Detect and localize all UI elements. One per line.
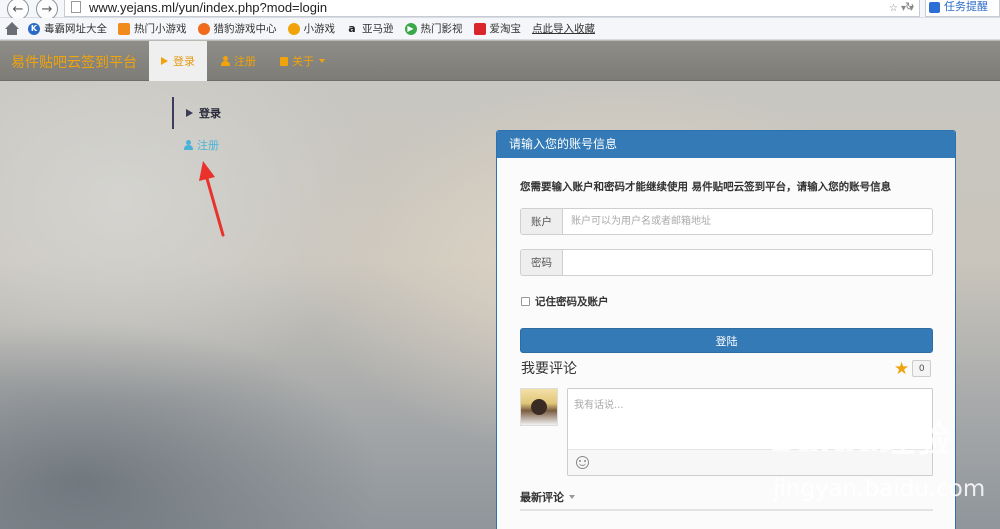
bookmark-label: 热门影视 (420, 23, 463, 35)
comment-count-value: 0 (912, 360, 932, 377)
comment-box (567, 388, 933, 476)
chevron-down-icon (569, 495, 575, 499)
game-icon (118, 22, 130, 35)
bookmark-label: 爱淘宝 (489, 23, 522, 35)
bookmark-label: 亚马逊 (362, 23, 394, 35)
side-nav-register-label: 注册 (197, 139, 219, 152)
remember-checkbox[interactable] (521, 297, 530, 306)
paw-icon (929, 2, 940, 13)
password-label: 密码 (521, 250, 563, 275)
address-text: www.yejans.ml/yun/index.php?mod=login (89, 0, 328, 15)
account-input-group: 账户 (520, 208, 933, 235)
password-input[interactable] (563, 250, 932, 275)
account-input[interactable] (563, 209, 932, 234)
password-input-group: 密码 (520, 249, 933, 276)
nav-register-label: 注册 (234, 55, 256, 68)
nav-about-dropdown[interactable]: 关于 (268, 41, 337, 81)
side-nav-login[interactable]: 登录 (186, 105, 221, 121)
brand-title[interactable]: 易件贴吧云签到平台 (11, 52, 137, 72)
bookmark-item[interactable]: 猎豹游戏中心 (197, 21, 277, 36)
bookmark-label: 猎豹游戏中心 (213, 23, 277, 35)
play-triangle-icon (186, 109, 193, 117)
search-box[interactable]: 任务提醒 (925, 0, 1000, 17)
login-button[interactable]: 登陆 (520, 328, 933, 353)
bookmark-label: 热门小游戏 (134, 23, 187, 35)
game-icon (287, 22, 300, 35)
browser-toolbar: ← → www.yejans.ml/yun/index.php?mod=logi… (0, 0, 1000, 20)
side-nav-register[interactable]: 注册 (184, 137, 219, 153)
forward-arrow-icon[interactable]: → (36, 0, 58, 20)
bookmark-item[interactable]: K 毒霸网址大全 (28, 21, 107, 36)
panel-title: 请输入您的账号信息 (497, 131, 955, 158)
latest-comments-tab[interactable]: 最新评论 (520, 489, 575, 505)
taobao-icon (473, 22, 486, 35)
latest-comments-label: 最新评论 (520, 491, 564, 504)
panel-description: 您需要输入账户和密码才能继续使用 易件贴吧云签到平台，请输入您的账号信息 (520, 181, 892, 193)
divider (520, 509, 933, 511)
comment-count[interactable]: ★ 0 (894, 360, 932, 377)
user-icon (184, 140, 193, 150)
bookmark-item[interactable]: 热门小游戏 (118, 21, 187, 36)
remember-option[interactable]: 记住密码及账户 (521, 294, 609, 309)
side-nav-login-label: 登录 (199, 107, 221, 120)
login-panel: 请输入您的账号信息 您需要输入账户和密码才能继续使用 易件贴吧云签到平台，请输入… (496, 130, 956, 529)
search-text: 任务提醒 (944, 0, 988, 13)
chevron-down-icon (319, 59, 325, 63)
home-icon[interactable] (5, 21, 20, 36)
account-label: 账户 (521, 209, 563, 234)
bookmark-item[interactable]: a 亚马逊 (346, 21, 394, 36)
bookmarks-bar: K 毒霸网址大全 热门小游戏 猎豹游戏中心 小游戏 a 亚马逊 ▶ 热门影视 爱… (0, 18, 1000, 40)
bookmark-item[interactable]: ▶ 热门影视 (404, 21, 463, 36)
navbar: 易件贴吧云签到平台 登录 注册 关于 (0, 41, 1000, 81)
import-bookmarks-link[interactable]: 点此导入收藏 (532, 21, 595, 36)
refresh-icon[interactable]: ↻ (905, 0, 914, 13)
user-icon (221, 56, 230, 66)
bookmark-label: 小游戏 (303, 23, 336, 35)
address-bar[interactable]: www.yejans.ml/yun/index.php?mod=login ☆▾… (64, 0, 920, 17)
bookmark-label: 点此导入收藏 (532, 23, 595, 35)
page: 易件贴吧云签到平台 登录 注册 关于 登录 注册 请输入您的账号信息 您需要输入… (0, 41, 1000, 529)
comment-toolbar (568, 449, 932, 475)
bookmark-item[interactable]: 爱淘宝 (473, 21, 522, 36)
cheetah-icon (197, 22, 210, 35)
remember-label: 记住密码及账户 (535, 296, 609, 308)
star-icon[interactable]: ★ (894, 360, 909, 377)
info-icon (280, 56, 288, 66)
play-triangle-icon (161, 57, 168, 65)
comment-title: 我要评论 (521, 361, 577, 377)
comment-input[interactable] (568, 389, 932, 447)
bookmark-label: 毒霸网址大全 (44, 23, 107, 35)
nav-login-label: 登录 (173, 55, 195, 68)
bookmark-item[interactable]: 小游戏 (287, 21, 336, 36)
play-icon: ▶ (404, 22, 417, 35)
amazon-icon: a (348, 22, 356, 35)
nav-register[interactable]: 注册 (209, 41, 268, 81)
nav-about-label: 关于 (292, 55, 314, 68)
annotation-arrow-icon (199, 161, 225, 237)
side-nav-indicator (172, 97, 174, 129)
nav-login[interactable]: 登录 (149, 41, 207, 81)
avatar (520, 388, 558, 426)
smiley-icon[interactable] (576, 456, 589, 469)
page-icon (71, 1, 81, 13)
back-arrow-icon[interactable]: ← (7, 0, 29, 20)
k-circle-icon: K (28, 22, 40, 35)
